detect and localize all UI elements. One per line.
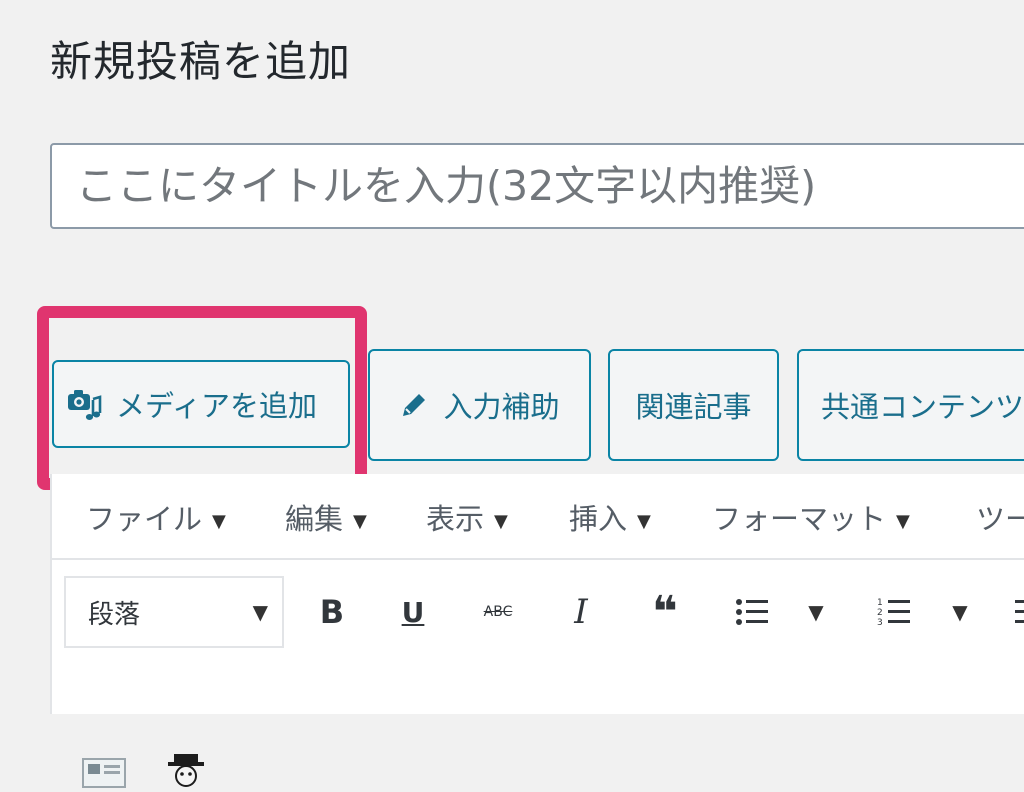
blockquote-button[interactable]: ❝ [644, 580, 686, 644]
chevron-down-icon: ▼ [353, 510, 367, 532]
editor: ファイル ▼ 編集 ▼ 表示 ▼ 挿入 ▼ フォーマット ▼ ツール 段落 ▼ B U A… [50, 474, 1024, 788]
related-articles-button[interactable]: 関連記事 [608, 349, 779, 461]
chevron-down-icon: ▼ [494, 510, 508, 532]
bullet-list-button[interactable] [732, 580, 772, 644]
post-title-input[interactable] [50, 143, 1024, 229]
chevron-down-icon: ▼ [252, 600, 268, 624]
italic-icon: I [574, 592, 588, 632]
format-select[interactable]: 段落 ▼ [64, 576, 284, 648]
numbered-list-dropdown[interactable]: ▼ [948, 580, 972, 644]
align-button[interactable] [1014, 580, 1024, 644]
quote-icon: ❝ [652, 586, 678, 638]
bold-button[interactable]: B [314, 580, 350, 644]
svg-text:3: 3 [877, 618, 883, 628]
italic-button[interactable]: I [566, 580, 596, 644]
chevron-down-icon: ▼ [637, 510, 651, 532]
format-select-value: 段落 [88, 599, 141, 630]
svg-text:1: 1 [877, 598, 883, 608]
bullet-list-icon [736, 599, 768, 625]
menu-format-label: フォーマット [712, 502, 887, 536]
menu-file[interactable]: ファイル ▼ [86, 496, 226, 538]
menu-edit[interactable]: 編集 ▼ [285, 496, 367, 538]
input-assist-label: 入力補助 [443, 390, 560, 424]
menu-tools[interactable]: ツール [976, 496, 1024, 538]
align-icon [1015, 600, 1024, 623]
input-assist-button[interactable]: 入力補助 [368, 349, 591, 461]
bold-icon: B [319, 593, 345, 631]
menu-view-label: 表示 [426, 502, 485, 536]
menu-format[interactable]: フォーマット ▼ [712, 496, 910, 538]
bullet-list-dropdown[interactable]: ▼ [804, 580, 828, 644]
editor-toolbar: 段落 ▼ B U ABC I ❝ ▼ 1 2 3 ▼ [52, 560, 1024, 788]
related-articles-label: 関連記事 [635, 390, 752, 424]
chevron-down-icon: ▼ [952, 600, 968, 624]
page-title: 新規投稿を追加 [50, 37, 352, 86]
common-content-button[interactable]: 共通コンテンツ [797, 349, 1024, 461]
shortcode-image-icon[interactable] [82, 758, 126, 792]
strikethrough-icon: ABC [483, 604, 513, 620]
svg-text:2: 2 [877, 608, 883, 618]
media-icon [68, 390, 102, 420]
menu-file-label: ファイル [86, 502, 203, 536]
menu-view[interactable]: 表示 ▼ [426, 496, 508, 538]
underline-button[interactable]: U [396, 580, 430, 644]
menu-insert[interactable]: 挿入 ▼ [569, 496, 651, 538]
underline-icon: U [401, 595, 425, 629]
editor-menubar: ファイル ▼ 編集 ▼ 表示 ▼ 挿入 ▼ フォーマット ▼ ツール [52, 474, 1024, 560]
chevron-down-icon: ▼ [212, 510, 226, 532]
chevron-down-icon: ▼ [808, 600, 824, 624]
add-media-button[interactable]: メディアを追加 [52, 360, 350, 448]
chevron-down-icon: ▼ [896, 510, 910, 532]
character-avatar-icon[interactable] [164, 754, 208, 792]
numbered-list-button[interactable]: 1 2 3 [874, 580, 914, 644]
menu-edit-label: 編集 [285, 502, 344, 536]
add-media-label: メディアを追加 [116, 389, 317, 423]
pencil-icon [403, 394, 426, 416]
menu-insert-label: 挿入 [569, 502, 628, 536]
menu-tools-label: ツール [976, 502, 1024, 536]
common-content-label: 共通コンテンツ [821, 390, 1024, 424]
numbered-list-icon: 1 2 3 [877, 598, 910, 628]
strikethrough-button[interactable]: ABC [476, 580, 520, 644]
